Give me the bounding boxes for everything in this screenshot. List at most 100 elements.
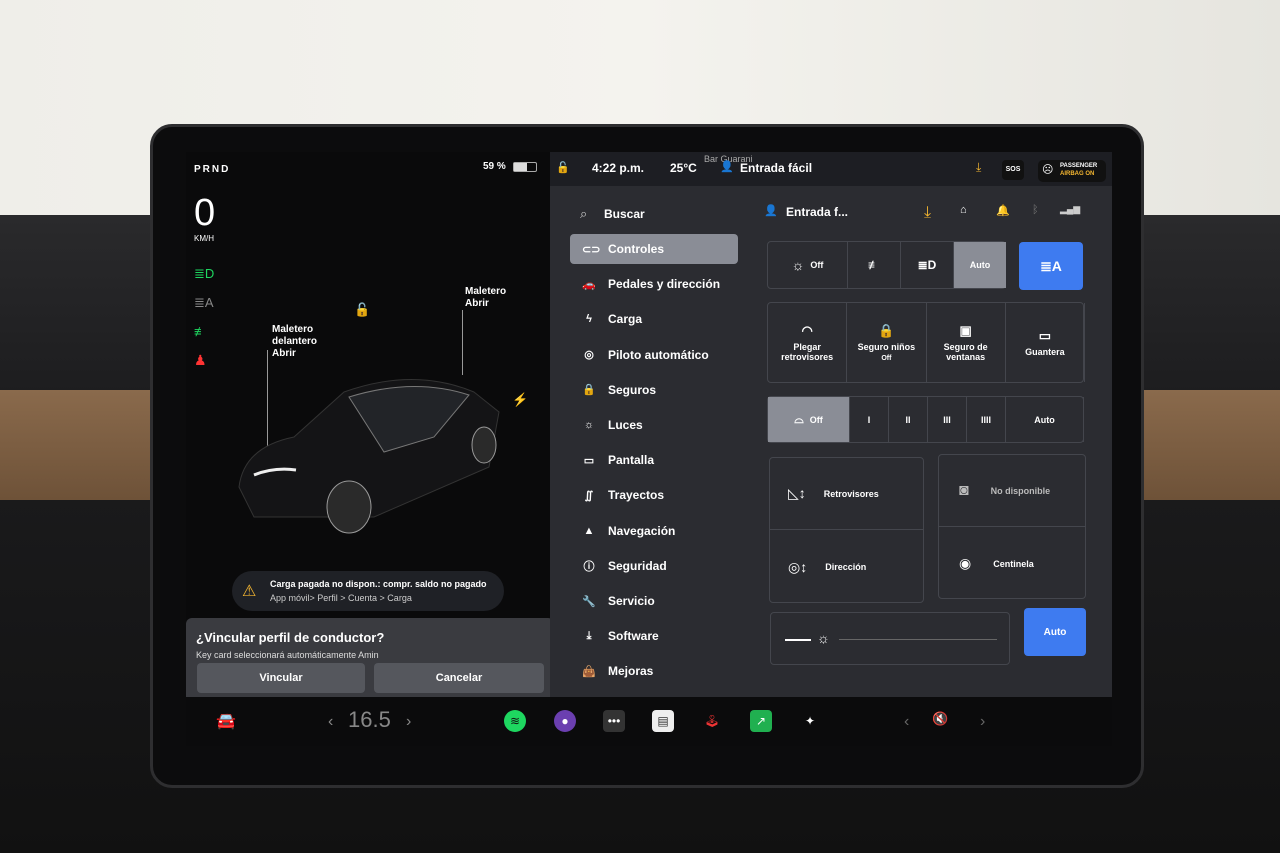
steering-adjust-button[interactable]: ◎↕ Dirección <box>770 530 923 604</box>
menu-item-trayectos[interactable]: ∬ Trayectos <box>570 480 738 510</box>
wiper-ii-button[interactable]: II <box>889 397 928 442</box>
trunk-label[interactable]: Maletero Abrir <box>465 286 506 310</box>
brightness-slider[interactable]: ☼ <box>770 612 1010 665</box>
wood-trim <box>1144 390 1280 500</box>
toybox-icon[interactable]: ✦ <box>799 710 821 732</box>
menu-item-label: Software <box>608 629 659 644</box>
display-icon: ▭ <box>583 454 595 467</box>
charging-alert[interactable]: ⚠ Carga pagada no dispon.: compr. saldo … <box>232 571 504 611</box>
menu-item-label: Pantalla <box>608 453 655 468</box>
download-icon[interactable]: ⤓ <box>976 160 981 175</box>
volume-down-button[interactable]: ‹ <box>904 713 909 731</box>
mute-icon[interactable]: 🔇 <box>932 711 948 727</box>
quick-mirror-fold-button[interactable]: ◠ Plegar retrovisores <box>768 303 848 382</box>
dashcam-button[interactable]: ◙ No disponible <box>939 455 1085 527</box>
quick-label: Guantera <box>1025 347 1065 357</box>
frunk-text: Maletero delantero <box>272 324 318 347</box>
frunk-open[interactable]: Abrir <box>272 348 296 359</box>
menu-item-navegaci-n[interactable]: ▲ Navegación <box>570 516 738 546</box>
toggle-icon: ⊂⊃ <box>582 243 601 256</box>
wiper-label: I <box>867 414 871 425</box>
menu-item-controles[interactable]: ⊂⊃ Controles <box>570 234 738 264</box>
charge-port-icon[interactable]: ⚡ <box>512 392 528 408</box>
wiper-iii-button[interactable]: III <box>928 397 967 442</box>
seatbelt-icon: ♟ <box>194 352 207 368</box>
more-apps-icon[interactable]: ••• <box>603 710 625 732</box>
quick-sublabel: Off <box>881 355 892 362</box>
temp-down-button[interactable]: ‹ <box>328 713 333 731</box>
driver-profile[interactable]: Entrada fácil <box>740 161 812 175</box>
quick-child-lock-button[interactable]: 🔒 Seguro niños Off <box>847 303 927 382</box>
sentry-button[interactable]: ◉ Centinela <box>939 527 1085 600</box>
low-beam-button[interactable]: ≣D <box>901 242 954 288</box>
person-icon: 👤 <box>764 205 778 217</box>
volume-up-button[interactable]: › <box>980 713 985 731</box>
sentry-icon: ◉ <box>959 555 972 571</box>
bag-icon: 👜 <box>582 665 596 678</box>
wiper-iiii-button[interactable]: IIII <box>967 397 1006 442</box>
trunk-open[interactable]: Abrir <box>465 298 489 309</box>
parking-lights-button[interactable]: ≢ <box>848 242 901 288</box>
menu-item-seguridad[interactable]: ⓘ Seguridad <box>570 551 738 581</box>
download-icon[interactable]: ⤓ <box>924 204 931 222</box>
steering-adjust-icon: ◎↕ <box>788 558 808 575</box>
spotify-icon[interactable]: ≋ <box>504 710 526 732</box>
wood-trim <box>0 390 150 500</box>
quick-glovebox-button[interactable]: ▭ Guantera <box>1006 303 1085 382</box>
link-button[interactable]: Vincular <box>197 663 365 693</box>
wiper-auto-button[interactable]: Auto <box>1006 397 1084 442</box>
menu-item-luces[interactable]: ☼ Luces <box>570 410 738 440</box>
headlight-selector: ☼ Off ≢ ≣D Auto <box>767 241 1006 289</box>
menu-item-pantalla[interactable]: ▭ Pantalla <box>570 445 738 475</box>
lights-off-button[interactable]: ☼ Off <box>768 242 848 288</box>
wiper-off-button[interactable]: ⌓ Off <box>768 397 850 442</box>
arcade-icon[interactable]: 🕹 <box>701 710 723 732</box>
camera-icon: ◙ <box>959 481 969 499</box>
menu-item-pedales-y-direcci-n[interactable]: 🚗 Pedales y dirección <box>570 269 738 299</box>
map-strip[interactable]: 🔓 4:22 p.m. 25°C Bar Guarani 👤 Entrada f… <box>550 152 1112 186</box>
search-button[interactable]: Buscar <box>604 207 645 221</box>
menu-item-software[interactable]: ⤓ Software <box>570 621 738 651</box>
wiper-label: Auto <box>1034 414 1055 425</box>
garage-icon[interactable]: ⌂ <box>960 204 967 216</box>
lock-icon[interactable]: 🔓 <box>556 161 570 174</box>
menu-item-piloto-autom-tico[interactable]: ◎ Piloto automático <box>570 340 738 370</box>
profile-button[interactable]: Entrada f... <box>786 205 848 219</box>
wiper-label: III <box>943 414 951 425</box>
parking-light-icon: ≢ <box>194 324 207 339</box>
auto-highbeam-button[interactable]: ≣A <box>1019 242 1083 290</box>
quick-window-lock-button[interactable]: ▣ Seguro de ventanas <box>927 303 1006 382</box>
passenger-airbag-indicator: ☹ PASSENGER AIRBAG ON <box>1038 160 1106 182</box>
bell-icon[interactable]: 🔔 <box>996 204 1010 217</box>
car-image <box>238 379 500 534</box>
wiper-i-button[interactable]: I <box>850 397 889 442</box>
menu-item-label: Navegación <box>608 523 676 538</box>
mirrors-adjust-button[interactable]: ◺↕ Retrovisores <box>770 458 923 530</box>
brightness-icon: ☼ <box>817 630 830 646</box>
car-icon[interactable]: 🚘 <box>216 711 236 731</box>
menu-item-servicio[interactable]: 🔧 Servicio <box>570 586 738 616</box>
steering-wheel-icon: ◎ <box>584 349 594 362</box>
brightness-auto-button[interactable]: Auto <box>1024 608 1086 656</box>
sos-button[interactable]: SOS <box>1002 160 1024 180</box>
touchscreen: PRND 0 KM/H 59 % ≣D ≣A ≢ ♟ Maletero dela… <box>186 152 1112 746</box>
unlock-icon[interactable]: 🔓 <box>354 302 370 318</box>
alert-path: App móvil> Perfil > Cuenta > Carga <box>270 593 412 603</box>
dialog-title: ¿Vincular perfil de conductor? <box>196 630 385 645</box>
wiper-label: II <box>905 414 911 425</box>
menu-item-mejoras[interactable]: 👜 Mejoras <box>570 656 738 686</box>
menu-item-carga[interactable]: ϟ Carga <box>570 304 738 334</box>
search-icon[interactable]: ⌕ <box>580 206 587 222</box>
menu-item-label: Trayectos <box>608 488 665 503</box>
menu-item-seguros[interactable]: 🔒 Seguros <box>570 375 738 405</box>
energy-app-icon[interactable]: ↗ <box>750 710 772 732</box>
lights-auto-button[interactable]: Auto <box>954 242 1006 288</box>
frunk-label[interactable]: Maletero delantero Abrir <box>272 324 332 360</box>
temp-up-button[interactable]: › <box>406 713 411 731</box>
camera-app-icon[interactable]: ● <box>554 710 576 732</box>
cancel-button[interactable]: Cancelar <box>374 663 544 693</box>
alert-title: Carga pagada no dispon.: compr. saldo no… <box>270 579 487 589</box>
calendar-icon[interactable]: ▤ <box>652 710 674 732</box>
link-profile-dialog: ¿Vincular perfil de conductor? Key card … <box>186 618 554 698</box>
bluetooth-icon[interactable]: ᛒ <box>1032 204 1039 216</box>
